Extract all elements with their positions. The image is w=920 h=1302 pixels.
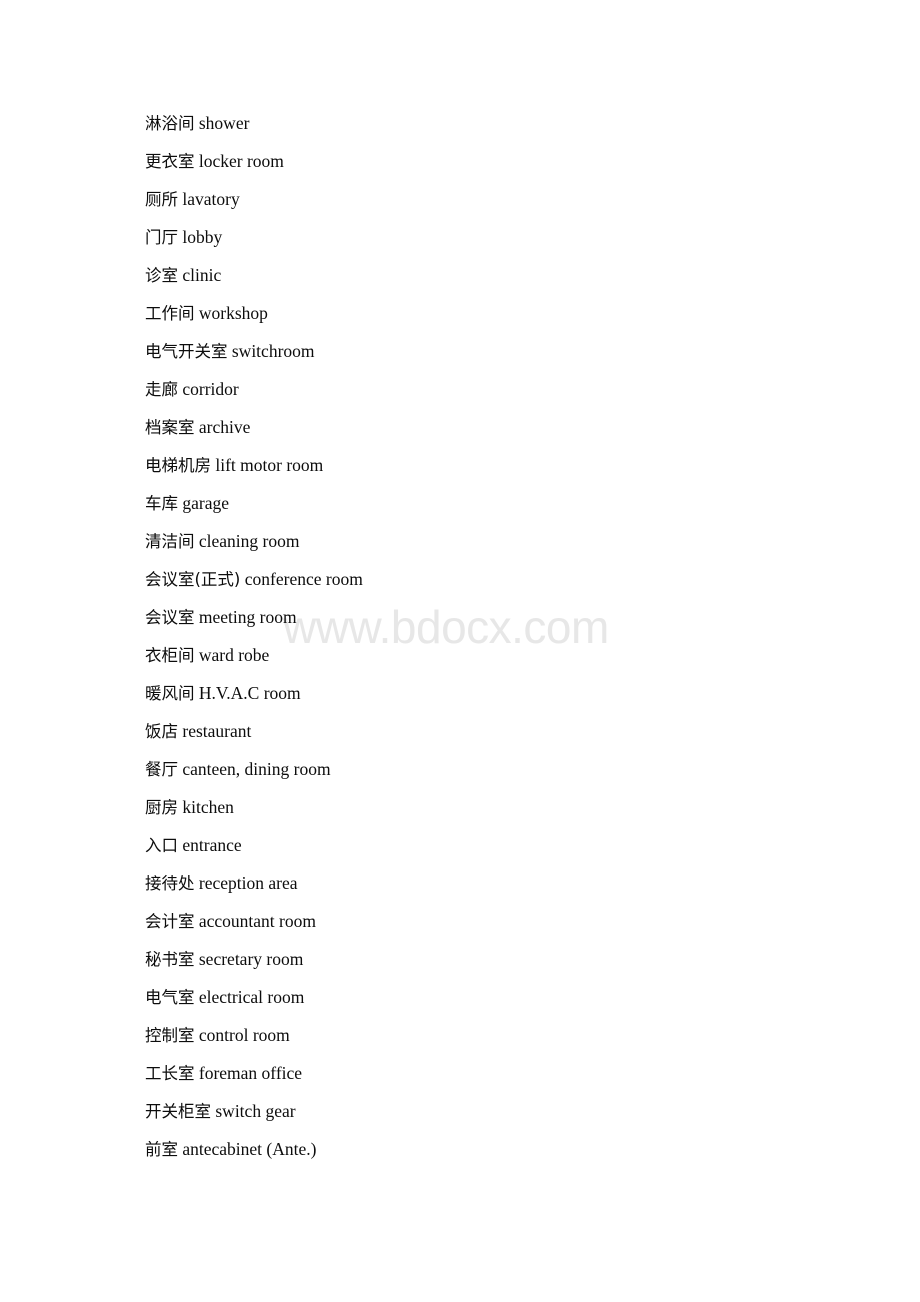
glossary-term-zh: 更衣室 (145, 152, 195, 171)
glossary-term-en: lift motor room (215, 455, 324, 475)
glossary-term-en: locker room (198, 151, 284, 171)
glossary-entry: 更衣室 locker room (145, 142, 845, 180)
glossary-term-en: secretary room (198, 949, 304, 969)
glossary-term-zh: 电气室 (145, 988, 195, 1007)
glossary-term-en: cleaning room (198, 531, 300, 551)
glossary-term-zh: 电气开关室 (145, 342, 228, 361)
glossary-entry: 衣柜间 ward robe (145, 636, 845, 674)
glossary-term-en: foreman office (198, 1063, 303, 1083)
glossary-term-en: control room (198, 1025, 290, 1045)
glossary-term-zh: 接待处 (145, 874, 195, 893)
glossary-term-en: shower (198, 113, 250, 133)
glossary-term-zh: 诊室 (145, 266, 178, 285)
glossary-entry: 工长室 foreman office (145, 1054, 845, 1092)
glossary-term-zh: 秘书室 (145, 950, 195, 969)
glossary-term-zh: 淋浴间 (145, 114, 195, 133)
glossary-entry: 厕所 lavatory (145, 180, 845, 218)
glossary-entry: 档案室 archive (145, 408, 845, 446)
glossary-term-zh: 会计室 (145, 912, 195, 931)
glossary-term-zh: 控制室 (145, 1026, 195, 1045)
glossary-entry: 控制室 control room (145, 1016, 845, 1054)
glossary-term-zh: 前室 (145, 1140, 178, 1159)
glossary-term-zh: 门厅 (145, 228, 178, 247)
glossary-term-en: workshop (198, 303, 268, 323)
glossary-term-en: canteen, dining room (182, 759, 331, 779)
glossary-entry: 会计室 accountant room (145, 902, 845, 940)
glossary-entry: 饭店 restaurant (145, 712, 845, 750)
glossary-entry: 电气室 electrical room (145, 978, 845, 1016)
glossary-term-en: lobby (182, 227, 223, 247)
glossary-entry: 淋浴间 shower (145, 104, 845, 142)
glossary-entry: 诊室 clinic (145, 256, 845, 294)
glossary-term-zh: 暖风间 (145, 684, 195, 703)
glossary-term-zh: 会议室 (145, 608, 195, 627)
document-page: www.bdocx.com 淋浴间 shower 更衣室 locker room 厕… (0, 0, 920, 1302)
glossary-entry: 会议室(正式) conference room (145, 560, 845, 598)
glossary-entry: 厨房 kitchen (145, 788, 845, 826)
glossary-entry: 秘书室 secretary room (145, 940, 845, 978)
glossary-term-en: reception area (198, 873, 298, 893)
glossary-term-zh: 入口 (145, 836, 178, 855)
glossary-term-zh: 厕所 (145, 190, 178, 209)
glossary-entry: 开关柜室 switch gear (145, 1092, 845, 1130)
glossary-term-zh: 会议室(正式) (145, 570, 241, 589)
glossary-term-en: switchroom (231, 341, 315, 361)
glossary-list: 淋浴间 shower 更衣室 locker room 厕所 lavatory 门厅 l… (145, 104, 845, 1168)
glossary-entry: 电梯机房 lift motor room (145, 446, 845, 484)
glossary-entry: 前室 antecabinet (Ante.) (145, 1130, 845, 1168)
glossary-term-en: H.V.A.C room (198, 683, 301, 703)
glossary-term-zh: 车库 (145, 494, 178, 513)
glossary-entry: 入口 entrance (145, 826, 845, 864)
glossary-term-en: clinic (182, 265, 222, 285)
glossary-term-en: meeting room (198, 607, 297, 627)
glossary-term-en: electrical room (198, 987, 305, 1007)
glossary-entry: 餐厅 canteen, dining room (145, 750, 845, 788)
glossary-term-zh: 厨房 (145, 798, 178, 817)
glossary-term-zh: 工作间 (145, 304, 195, 323)
glossary-term-en: corridor (182, 379, 239, 399)
glossary-term-en: accountant room (198, 911, 316, 931)
glossary-term-zh: 档案室 (145, 418, 195, 437)
glossary-term-en: archive (198, 417, 251, 437)
glossary-term-zh: 餐厅 (145, 760, 178, 779)
glossary-entry: 暖风间 H.V.A.C room (145, 674, 845, 712)
glossary-term-zh: 工长室 (145, 1064, 195, 1083)
glossary-term-en: garage (182, 493, 230, 513)
glossary-entry: 会议室 meeting room (145, 598, 845, 636)
glossary-term-en: lavatory (182, 189, 240, 209)
glossary-term-en: ward robe (198, 645, 270, 665)
glossary-term-zh: 饭店 (145, 722, 178, 741)
glossary-term-zh: 走廊 (145, 380, 178, 399)
glossary-entry: 工作间 workshop (145, 294, 845, 332)
glossary-entry: 门厅 lobby (145, 218, 845, 256)
glossary-entry: 电气开关室 switchroom (145, 332, 845, 370)
glossary-term-en: switch gear (215, 1101, 296, 1121)
glossary-entry: 清洁间 cleaning room (145, 522, 845, 560)
glossary-entry: 车库 garage (145, 484, 845, 522)
glossary-term-zh: 电梯机房 (145, 456, 211, 475)
glossary-term-en: entrance (182, 835, 242, 855)
glossary-term-en: restaurant (182, 721, 252, 741)
glossary-term-zh: 开关柜室 (145, 1102, 211, 1121)
glossary-term-zh: 清洁间 (145, 532, 195, 551)
glossary-term-zh: 衣柜间 (145, 646, 195, 665)
glossary-entry: 接待处 reception area (145, 864, 845, 902)
glossary-term-en: kitchen (182, 797, 234, 817)
glossary-term-en: conference room (244, 569, 363, 589)
glossary-entry: 走廊 corridor (145, 370, 845, 408)
glossary-term-en: antecabinet (Ante.) (182, 1139, 317, 1159)
